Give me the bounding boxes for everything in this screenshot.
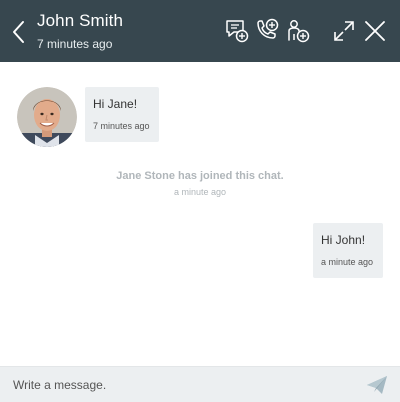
last-seen: 7 minutes ago	[37, 37, 113, 51]
message-text: Hi Jane!	[93, 97, 138, 111]
close-icon[interactable]	[362, 18, 388, 44]
chat-header: John Smith 7 minutes ago	[0, 0, 400, 62]
message-time: a minute ago	[321, 257, 374, 267]
john-smith-avatar	[17, 87, 77, 147]
system-message-time: a minute ago	[173, 187, 227, 197]
message-composer	[0, 366, 400, 402]
system-message-text: Jane Stone has joined this chat.	[116, 170, 284, 182]
add-call-icon[interactable]	[254, 18, 280, 44]
add-participant-icon[interactable]	[285, 18, 311, 44]
add-chat-icon[interactable]	[224, 18, 250, 44]
back-icon[interactable]	[8, 19, 28, 45]
contact-name: John Smith	[37, 11, 124, 30]
chat-window: John Smith 7 minutes ago Hi Jane! 7 minu…	[0, 0, 400, 402]
message-input[interactable]	[0, 367, 355, 402]
expand-icon[interactable]	[331, 18, 357, 44]
incoming-message: Hi Jane! 7 minutes ago	[85, 87, 159, 142]
message-time: 7 minutes ago	[93, 121, 150, 131]
outgoing-message: Hi John! a minute ago	[313, 223, 383, 278]
send-icon[interactable]	[364, 373, 390, 397]
message-text: Hi John!	[321, 233, 366, 247]
